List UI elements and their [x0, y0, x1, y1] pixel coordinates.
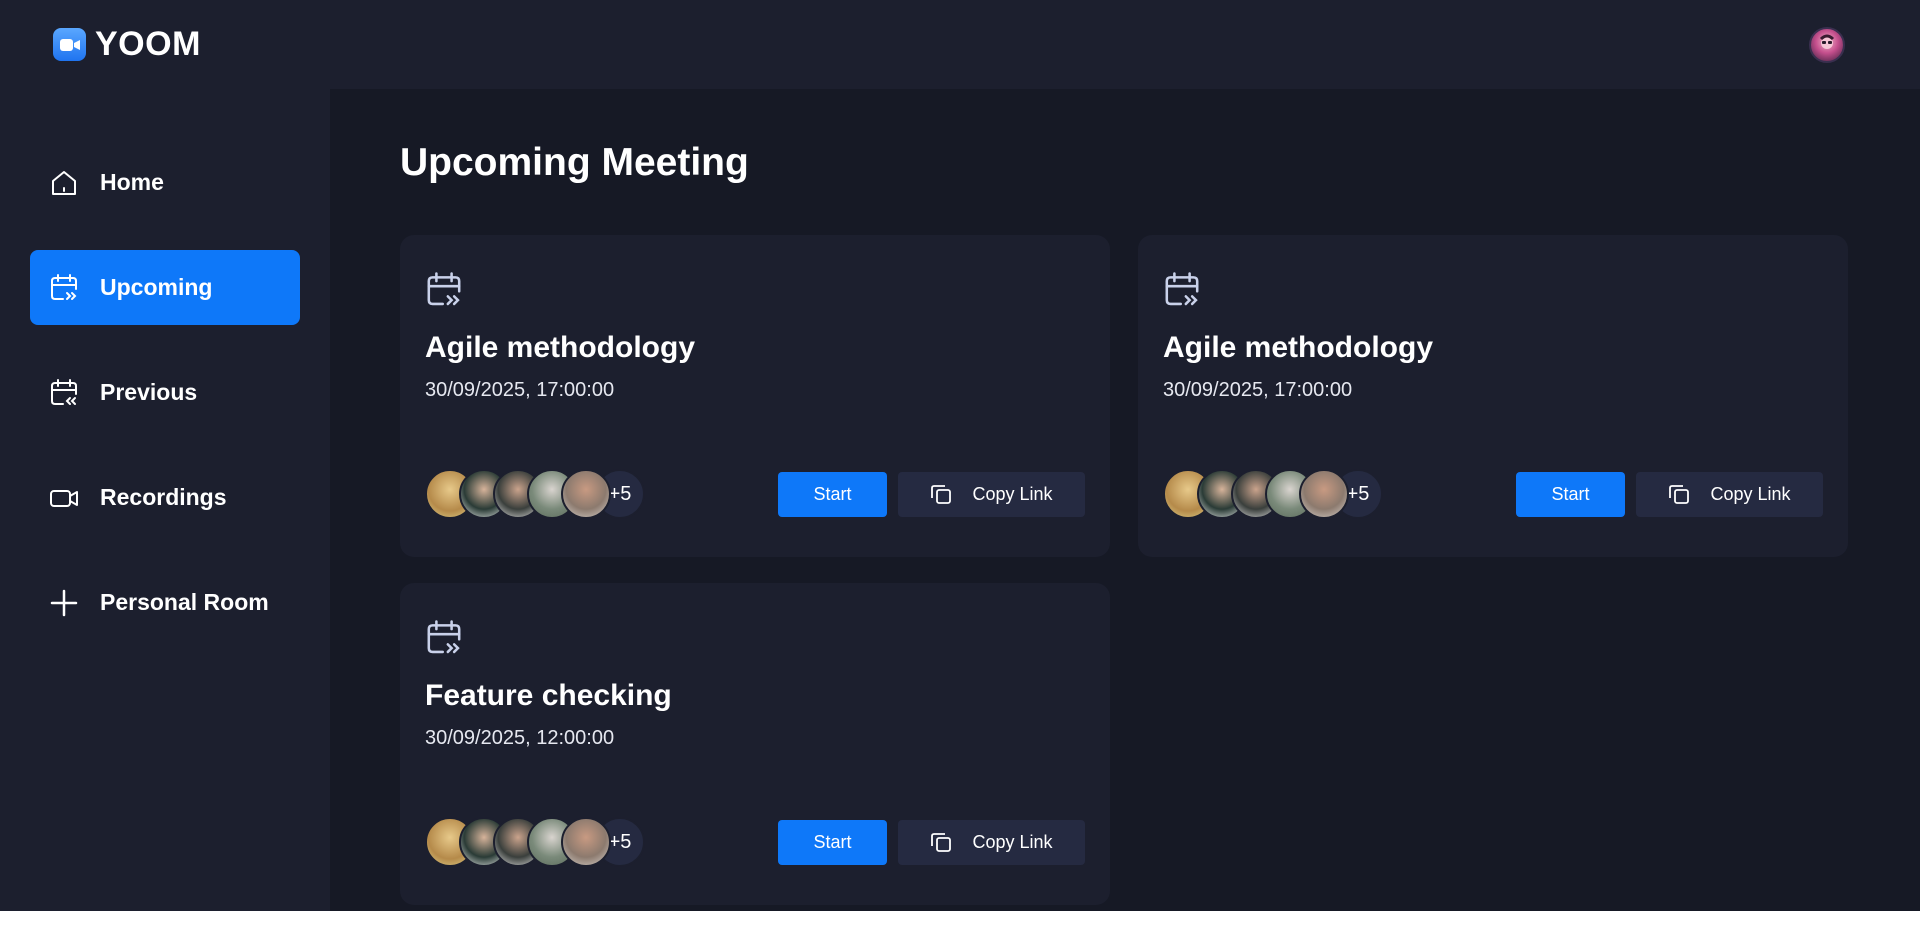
calendar-upcoming-icon	[48, 272, 80, 304]
calendar-previous-icon	[48, 377, 80, 409]
start-button[interactable]: Start	[1516, 471, 1625, 517]
copy-link-label: Copy Link	[1710, 483, 1791, 504]
copy-icon	[1668, 483, 1690, 505]
attendee-avatars: +5	[1163, 469, 1383, 519]
attendee-avatars: +5	[425, 469, 645, 519]
attendee-avatars: +5	[425, 817, 645, 867]
copy-link-button[interactable]: Copy Link	[898, 819, 1085, 865]
copy-link-label: Copy Link	[972, 483, 1053, 504]
meeting-card: Agile methodology 30/09/2025, 17:00:00 +…	[1138, 235, 1848, 557]
video-icon	[48, 482, 80, 514]
sidebar-item-label: Recordings	[100, 484, 227, 510]
app-logo[interactable]: YOOM	[53, 25, 201, 64]
meeting-card: Agile methodology 30/09/2025, 17:00:00 +…	[400, 235, 1110, 557]
user-avatar[interactable]	[1809, 26, 1845, 63]
copy-link-button[interactable]: Copy Link	[1636, 471, 1823, 517]
meeting-title: Agile methodology	[1163, 331, 1433, 364]
meeting-title: Feature checking	[425, 679, 672, 712]
meeting-card: Feature checking 30/09/2025, 12:00:00 +5…	[400, 583, 1110, 905]
copy-icon	[930, 831, 952, 853]
calendar-upcoming-icon	[425, 271, 463, 309]
attendee-avatar	[1299, 469, 1349, 519]
attendee-avatar	[561, 469, 611, 519]
copy-icon	[930, 483, 952, 505]
meeting-title: Agile methodology	[425, 331, 695, 364]
sidebar-item-previous[interactable]: Previous	[30, 355, 300, 430]
copy-link-button[interactable]: Copy Link	[898, 471, 1085, 517]
attendee-avatar	[561, 817, 611, 867]
sidebar-item-label: Upcoming	[100, 274, 213, 300]
home-icon	[48, 167, 80, 199]
meeting-date: 30/09/2025, 17:00:00	[1163, 379, 1353, 401]
start-button[interactable]: Start	[778, 471, 887, 517]
calendar-upcoming-icon	[425, 619, 463, 657]
meeting-date: 30/09/2025, 17:00:00	[425, 379, 615, 401]
sidebar: Home Upcoming Previous Recordings Person…	[0, 89, 330, 911]
sidebar-item-personal-room[interactable]: Personal Room	[30, 565, 300, 640]
sidebar-item-recordings[interactable]: Recordings	[30, 460, 300, 535]
plus-icon	[48, 587, 80, 619]
start-button[interactable]: Start	[778, 819, 887, 865]
sidebar-item-upcoming[interactable]: Upcoming	[30, 250, 300, 325]
page-title: Upcoming Meeting	[400, 141, 749, 184]
sidebar-item-label: Personal Room	[100, 589, 269, 615]
main-content: Upcoming Meeting Agile methodology 30/09…	[330, 89, 1920, 911]
calendar-upcoming-icon	[1163, 271, 1201, 309]
sidebar-item-label: Previous	[100, 379, 198, 405]
page-bottom-edge	[0, 911, 1920, 936]
copy-link-label: Copy Link	[972, 831, 1053, 852]
video-camera-logo-icon	[53, 28, 86, 61]
app-name: YOOM	[95, 25, 201, 63]
sidebar-item-home[interactable]: Home	[30, 145, 300, 220]
top-navbar: YOOM	[0, 0, 1920, 89]
meeting-date: 30/09/2025, 12:00:00	[425, 727, 615, 749]
sidebar-item-label: Home	[100, 169, 164, 195]
